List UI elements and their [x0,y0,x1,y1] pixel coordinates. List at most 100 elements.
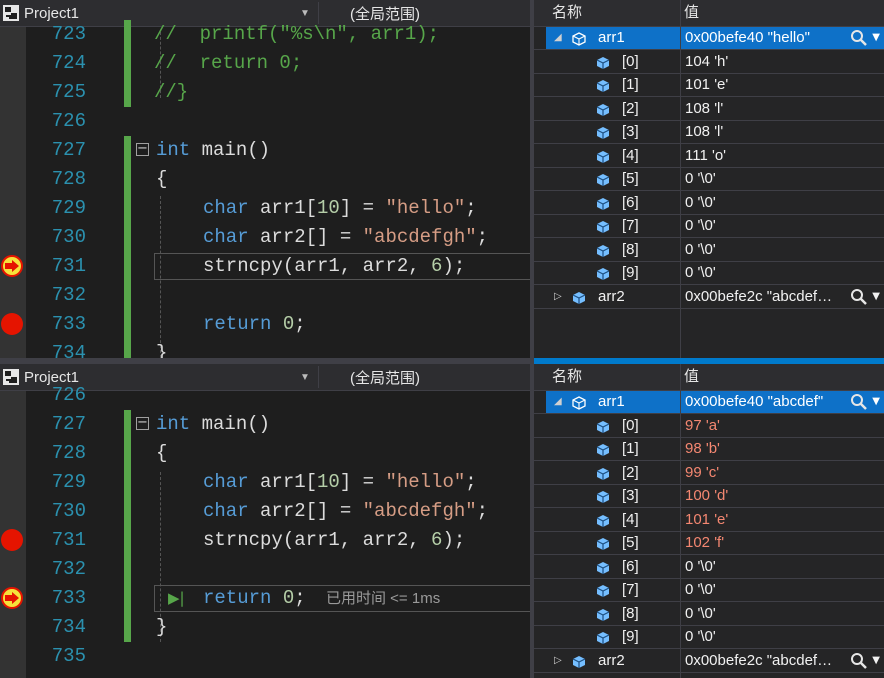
watch-value-cell[interactable]: 0 '\0' [681,579,884,601]
watch-row-element[interactable]: [4] 111 'o' [534,145,884,168]
watch-value-cell[interactable]: 0 '\0' [681,626,884,648]
column-header-value[interactable]: 值 [684,0,699,26]
expand-arrow-icon[interactable]: ◢ [554,27,562,49]
code-editor[interactable]: Project1 ▼ (全局范围) 723 // printf("%s\n", … [0,0,530,358]
code-line[interactable]: 729 char arr1[10] = "hello"; [0,194,530,223]
code-line[interactable]: 728 { [0,439,530,468]
watch-value-cell[interactable]: 108 'l' [681,121,884,143]
chevron-down-icon[interactable]: ▼ [872,650,880,672]
code-line-current[interactable]: 733 ▶| return 0; 已用时间 <= 1ms [0,584,530,613]
chevron-down-icon[interactable]: ▼ [872,391,880,413]
watch-value-cell[interactable]: 108 'l' [681,98,884,120]
watch-row-element[interactable]: [1] 101 'e' [534,74,884,97]
watch-row-element[interactable]: [8] 0 '\0' [534,239,884,262]
code-editor[interactable]: Project1 ▼ (全局范围) 726 727 − int main() 7… [0,364,530,678]
code-line[interactable]: 727 − int main() [0,410,530,439]
watch-name-cell: [1] [546,74,680,96]
watch-value-cell[interactable]: 0 '\0' [681,192,884,214]
watch-row-element[interactable]: [7] 0 '\0' [534,215,884,238]
code-line[interactable]: 729 char arr1[10] = "hello"; [0,468,530,497]
code-line[interactable]: 725 //} [0,78,530,107]
watch-value-cell[interactable]: 0 '\0' [681,556,884,578]
watch-row-element[interactable]: [6] 0 '\0' [534,192,884,215]
watch-row-arr2[interactable]: ▷ arr2 0x00befe2c "abcdef… ▼ [534,650,884,673]
watch-value-cell[interactable]: 104 'h' [681,51,884,73]
watch-row-element[interactable]: [0] 97 'a' [534,415,884,438]
watch-value-cell[interactable]: 102 'f' [681,532,884,554]
watch-row-element[interactable]: [1] 98 'b' [534,438,884,461]
run-to-click-icon[interactable]: ▶| [168,584,185,613]
breakpoint-icon[interactable] [1,529,23,551]
collapse-icon[interactable]: − [136,142,149,156]
code-line[interactable]: 728 { [0,165,530,194]
chevron-down-icon[interactable]: ▼ [872,286,880,308]
watch-row-element[interactable]: [8] 0 '\0' [534,603,884,626]
column-header-value[interactable]: 值 [684,364,699,390]
column-header-name[interactable]: 名称 [552,364,582,390]
magnifier-icon[interactable] [850,393,868,411]
watch-value-cell[interactable]: 97 'a' [681,415,884,437]
watch-row-element[interactable]: [6] 0 '\0' [534,556,884,579]
code-line[interactable]: 726 [0,107,530,136]
watch-value-cell[interactable]: 111 'o' [681,145,884,167]
watch-row-element[interactable]: [9] 0 '\0' [534,262,884,285]
code-line[interactable]: 735 [0,642,530,671]
watch-row-element[interactable]: [0] 104 'h' [534,51,884,74]
watch-row-element[interactable]: [3] 108 'l' [534,121,884,144]
watch-row-element[interactable]: [9] 0 '\0' [534,626,884,649]
code-line[interactable]: 733 return 0; [0,310,530,339]
code-line[interactable]: 730 char arr2[] = "abcdefgh"; [0,497,530,526]
column-header-name[interactable]: 名称 [552,0,582,26]
watch-row-element[interactable]: [5] 102 'f' [534,532,884,555]
change-bar [124,252,131,281]
watch-value-cell[interactable]: 0x00befe2c "abcdef… ▼ [681,650,884,672]
watch-value-cell[interactable]: 101 'e' [681,509,884,531]
change-bar [124,497,131,526]
code-line[interactable]: 726 [0,381,530,410]
watch-value-cell[interactable]: 0 '\0' [681,215,884,237]
expand-arrow-icon[interactable]: ▷ [554,286,562,308]
code-line[interactable]: 732 [0,555,530,584]
collapse-icon[interactable]: − [136,416,149,430]
magnifier-icon[interactable] [850,288,868,306]
watch-row-arr2[interactable]: ▷ arr2 0x00befe2c "abcdef… ▼ [534,286,884,309]
watch-value-cell[interactable]: 100 'd' [681,485,884,507]
watch-value-cell[interactable]: 99 'c' [681,462,884,484]
chevron-down-icon[interactable]: ▼ [872,27,880,49]
breakpoint-current-statement-icon[interactable] [1,587,23,609]
perf-tip-elapsed[interactable]: 已用时间 <= 1ms [326,584,440,613]
watch-row-element[interactable]: [2] 108 'l' [534,98,884,121]
watch-value-cell[interactable]: 0 '\0' [681,168,884,190]
code-line[interactable]: 727 − int main() [0,136,530,165]
breakpoint-current-statement-icon[interactable] [1,255,23,277]
watch-value-cell[interactable]: 101 'e' [681,74,884,96]
code-line[interactable]: 732 [0,281,530,310]
watch-value-cell[interactable]: 0 '\0' [681,262,884,284]
breakpoint-icon[interactable] [1,313,23,335]
watch-row-arr1[interactable]: ◢ arr1 0x00befe40 "hello" ▼ [534,27,884,50]
magnifier-icon[interactable] [850,652,868,670]
watch-value-cell[interactable]: 0x00befe2c "abcdef… ▼ [681,286,884,308]
watch-row-element[interactable]: [7] 0 '\0' [534,579,884,602]
expand-arrow-icon[interactable]: ◢ [554,391,562,413]
code-line[interactable]: 724 // return 0; [0,49,530,78]
watch-value-cell[interactable]: 0 '\0' [681,239,884,261]
watch-row-element[interactable]: [5] 0 '\0' [534,168,884,191]
expand-arrow-icon[interactable]: ▷ [554,650,562,672]
magnifier-icon[interactable] [850,29,868,47]
change-bar [124,281,131,310]
code-line-current[interactable]: 731 strncpy(arr1, arr2, 6); [0,252,530,281]
watch-row-element[interactable]: [3] 100 'd' [534,485,884,508]
code-line[interactable]: 734 } [0,339,530,358]
watch-row-element[interactable]: [2] 99 'c' [534,462,884,485]
watch-row-arr1[interactable]: ◢ arr1 0x00befe40 "abcdef" ▼ [534,391,884,414]
code-line[interactable]: 723 // printf("%s\n", arr1); [0,20,530,49]
code-line[interactable]: 734 } [0,613,530,642]
watch-value-cell[interactable]: 0x00befe40 "hello" ▼ [681,27,884,49]
code-line[interactable]: 730 char arr2[] = "abcdefgh"; [0,223,530,252]
watch-value-cell[interactable]: 0 '\0' [681,603,884,625]
code-line[interactable]: 731 strncpy(arr1, arr2, 6); [0,526,530,555]
watch-value-cell[interactable]: 98 'b' [681,438,884,460]
watch-value-cell[interactable]: 0x00befe40 "abcdef" ▼ [681,391,884,413]
watch-row-element[interactable]: [4] 101 'e' [534,509,884,532]
